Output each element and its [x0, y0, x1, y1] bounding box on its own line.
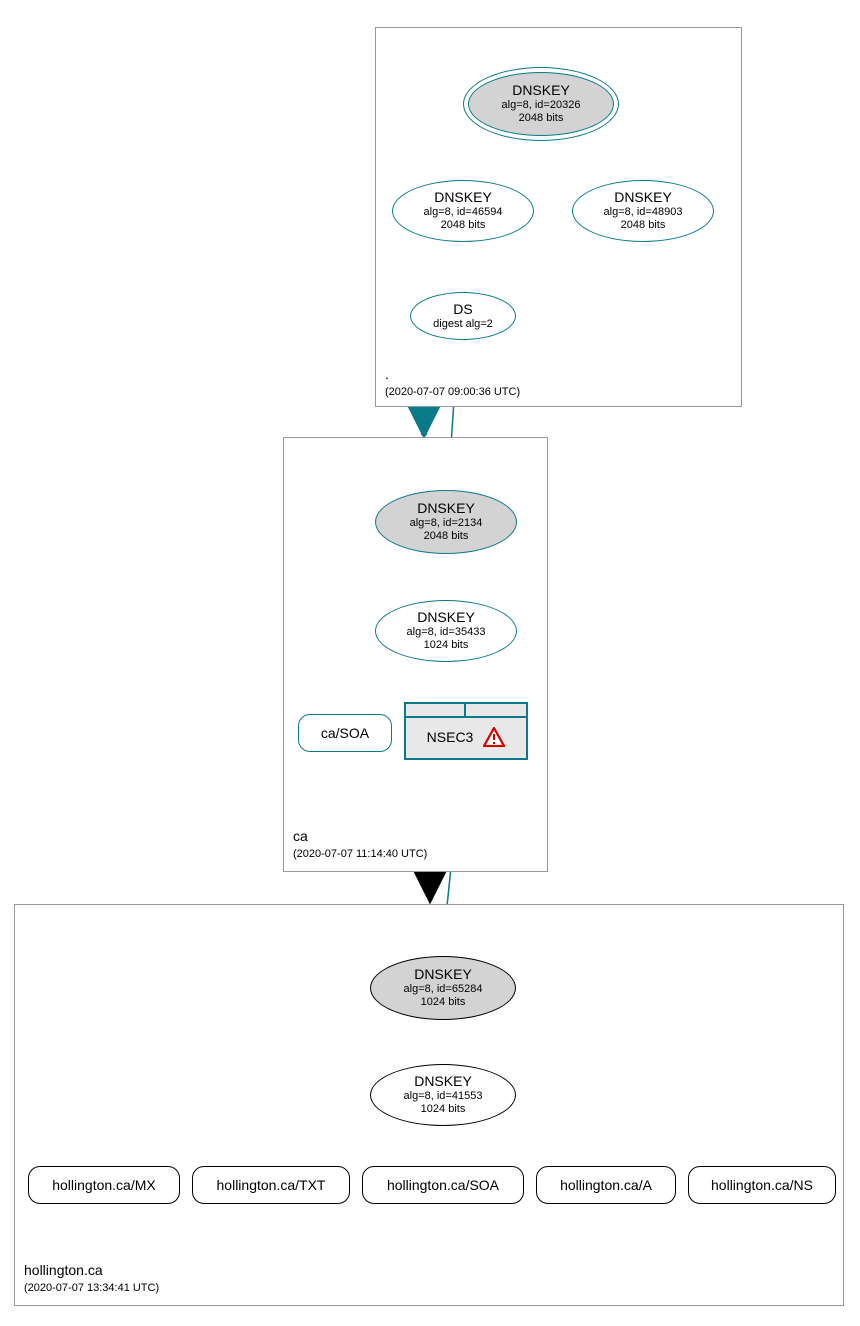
- zone-ca-name: ca: [293, 828, 308, 844]
- ca-ksk-title: DNSKEY: [417, 500, 475, 517]
- ca-zsk-sub2: 1024 bits: [424, 639, 469, 652]
- rr-soa-node: hollington.ca/SOA: [362, 1166, 524, 1204]
- root-zsk1-sub2: 2048 bits: [441, 219, 486, 232]
- root-zsk2-sub1: alg=8, id=48903: [604, 206, 683, 219]
- root-zsk1-title: DNSKEY: [434, 189, 492, 206]
- ca-ksk-sub1: alg=8, id=2134: [410, 517, 483, 530]
- zone-hollington-timestamp: (2020-07-07 13:34:41 UTC): [24, 1282, 159, 1294]
- rr-ns-node: hollington.ca/NS: [688, 1166, 836, 1204]
- rr-a-node: hollington.ca/A: [536, 1166, 676, 1204]
- hollington-zsk-node: DNSKEY alg=8, id=41553 1024 bits: [370, 1064, 516, 1126]
- root-ksk-title: DNSKEY: [512, 82, 570, 99]
- hollington-ksk-sub1: alg=8, id=65284: [404, 983, 483, 996]
- ca-ksk-node: DNSKEY alg=8, id=2134 2048 bits: [375, 490, 517, 554]
- zone-hollington-name: hollington.ca: [24, 1262, 103, 1278]
- hollington-zsk-sub1: alg=8, id=41553: [404, 1090, 483, 1103]
- rr-txt-node: hollington.ca/TXT: [192, 1166, 350, 1204]
- zone-ca-timestamp: (2020-07-07 11:14:40 UTC): [293, 848, 427, 860]
- ca-nsec3-node: NSEC3: [404, 702, 528, 760]
- root-ksk-sub2: 2048 bits: [519, 112, 564, 125]
- hollington-ksk-node: DNSKEY alg=8, id=65284 1024 bits: [370, 956, 516, 1020]
- root-zsk2-sub2: 2048 bits: [621, 219, 666, 232]
- root-ksk-node: DNSKEY alg=8, id=20326 2048 bits: [468, 72, 614, 136]
- ca-zsk-node: DNSKEY alg=8, id=35433 1024 bits: [375, 600, 517, 662]
- root-ds-title: DS: [453, 301, 472, 318]
- root-zsk1-node: DNSKEY alg=8, id=46594 2048 bits: [392, 180, 534, 242]
- ca-nsec3-label: NSEC3: [427, 729, 474, 745]
- hollington-zsk-sub2: 1024 bits: [421, 1103, 466, 1116]
- ca-soa-node: ca/SOA: [298, 714, 392, 752]
- hollington-zsk-title: DNSKEY: [414, 1073, 472, 1090]
- ca-zsk-title: DNSKEY: [417, 609, 475, 626]
- ca-ksk-sub2: 2048 bits: [424, 530, 469, 543]
- ca-zsk-sub1: alg=8, id=35433: [407, 626, 486, 639]
- hollington-ksk-sub2: 1024 bits: [421, 996, 466, 1009]
- zone-root-name: .: [385, 366, 389, 382]
- zone-root-timestamp: (2020-07-07 09:00:36 UTC): [385, 386, 520, 398]
- hollington-ksk-title: DNSKEY: [414, 966, 472, 983]
- warning-icon: [483, 727, 505, 747]
- root-zsk1-sub1: alg=8, id=46594: [424, 206, 503, 219]
- root-zsk2-node: DNSKEY alg=8, id=48903 2048 bits: [572, 180, 714, 242]
- root-ksk-sub1: alg=8, id=20326: [502, 99, 581, 112]
- root-zsk2-title: DNSKEY: [614, 189, 672, 206]
- root-ds-sub1: digest alg=2: [433, 318, 493, 331]
- root-ds-node: DS digest alg=2: [410, 292, 516, 340]
- rr-mx-node: hollington.ca/MX: [28, 1166, 180, 1204]
